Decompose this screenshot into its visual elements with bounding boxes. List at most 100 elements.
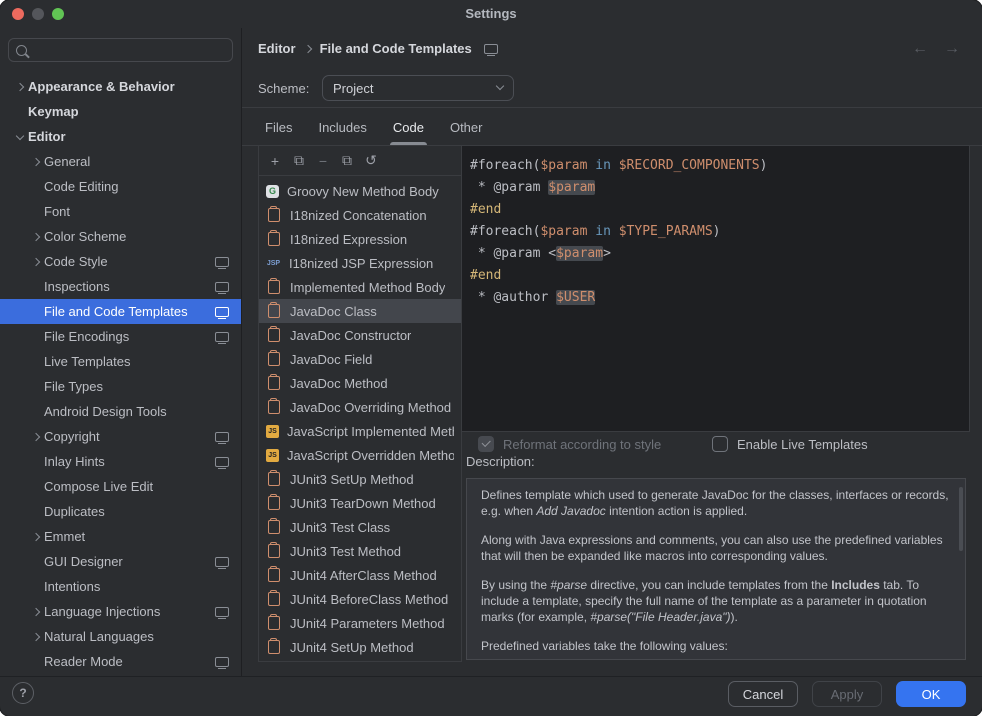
template-item[interactable]: GGroovy New Method Body xyxy=(259,179,461,203)
template-item-label: JavaDoc Overriding Method xyxy=(290,400,451,415)
template-item-label: Implemented Method Body xyxy=(290,280,445,295)
sidebar-item-reader-mode[interactable]: Reader Mode xyxy=(0,649,241,674)
template-item[interactable]: JUnit4 BeforeClass Method xyxy=(259,587,461,611)
sidebar-item-gui-designer[interactable]: GUI Designer xyxy=(0,549,241,574)
template-item-label: JavaScript Implemented Method xyxy=(287,424,454,439)
template-item[interactable]: JUnit3 Test Method xyxy=(259,539,461,563)
sidebar-item-editor[interactable]: Editor xyxy=(0,124,241,149)
tab-label: Code xyxy=(393,120,424,135)
close-button[interactable] xyxy=(12,8,24,20)
remove-template-button[interactable]: − xyxy=(311,149,335,173)
ok-button[interactable]: OK xyxy=(896,681,966,707)
add-child-template-button[interactable]: ⧉ xyxy=(287,149,311,173)
template-item[interactable]: I18nized Expression xyxy=(259,227,461,251)
sidebar-item-label: Android Design Tools xyxy=(44,404,167,419)
per-project-settings-icon xyxy=(215,432,229,442)
template-editor[interactable]: #foreach($param in $RECORD_COMPONENTS) *… xyxy=(462,146,970,432)
template-item[interactable]: JavaDoc Field xyxy=(259,347,461,371)
template-item-label: JUnit3 Test Class xyxy=(290,520,390,535)
template-list-panel: +⧉−⧉↺ GGroovy New Method BodyI18nized Co… xyxy=(258,146,462,662)
sidebar-item-intentions[interactable]: Intentions xyxy=(0,574,241,599)
template-item[interactable]: JUnit4 Parameters Method xyxy=(259,611,461,635)
sidebar-item-appearance-behavior[interactable]: Appearance & Behavior xyxy=(0,74,241,99)
reset-template-button[interactable]: ↺ xyxy=(359,149,383,173)
template-file-icon xyxy=(268,472,280,486)
reformat-checkbox[interactable] xyxy=(478,436,494,452)
sidebar-item-file-types[interactable]: File Types xyxy=(0,374,241,399)
description-text[interactable]: Defines template which used to generate … xyxy=(466,478,966,660)
sidebar-item-keymap[interactable]: Keymap xyxy=(0,99,241,124)
template-item[interactable]: JSJavaScript Implemented Method xyxy=(259,419,461,443)
zoom-button[interactable] xyxy=(52,8,64,20)
template-item[interactable]: JUnit4 AfterClass Method xyxy=(259,563,461,587)
apply-button[interactable]: Apply xyxy=(812,681,882,707)
code-line: #end xyxy=(470,265,969,287)
sidebar-item-language-injections[interactable]: Language Injections xyxy=(0,599,241,624)
sidebar-item-general[interactable]: General xyxy=(0,149,241,174)
tab-code[interactable]: Code xyxy=(380,109,437,145)
sidebar-item-label: General xyxy=(44,154,90,169)
per-project-settings-icon xyxy=(215,457,229,467)
sidebar-item-inspections[interactable]: Inspections xyxy=(0,274,241,299)
chevron-right-icon xyxy=(12,84,28,90)
sidebar-item-live-templates[interactable]: Live Templates xyxy=(0,349,241,374)
template-item-label: I18nized JSP Expression xyxy=(289,256,433,271)
sidebar-item-label: Live Templates xyxy=(44,354,130,369)
search-icon xyxy=(16,45,27,56)
settings-search-input[interactable] xyxy=(8,38,233,62)
sidebar-item-color-scheme[interactable]: Color Scheme xyxy=(0,224,241,249)
template-file-icon xyxy=(268,304,280,318)
per-project-settings-icon xyxy=(215,282,229,292)
history-nav: ← → xyxy=(912,40,960,58)
breadcrumb-editor[interactable]: Editor xyxy=(258,41,296,56)
scrollbar[interactable] xyxy=(959,487,963,551)
template-item[interactable]: JSPI18nized JSP Expression xyxy=(259,251,461,275)
template-item-label: JavaScript Overridden Method xyxy=(287,448,454,463)
template-item-label: JUnit4 AfterClass Method xyxy=(290,568,437,583)
template-item[interactable]: JUnit4 SetUp Method xyxy=(259,635,461,659)
template-item[interactable]: JavaDoc Constructor xyxy=(259,323,461,347)
sidebar: Appearance & BehaviorKeymapEditor General… xyxy=(0,28,242,676)
sidebar-item-compose-live-edit[interactable]: Compose Live Edit xyxy=(0,474,241,499)
sidebar-item-inlay-hints[interactable]: Inlay Hints xyxy=(0,449,241,474)
template-item[interactable]: JavaDoc Method xyxy=(259,371,461,395)
sidebar-item-file-and-code-templates[interactable]: File and Code Templates xyxy=(0,299,241,324)
template-item[interactable]: I18nized Concatenation xyxy=(259,203,461,227)
template-item[interactable]: JSJavaScript Overridden Method xyxy=(259,443,461,467)
sidebar-item-code-style[interactable]: Code Style xyxy=(0,249,241,274)
tab-other[interactable]: Other xyxy=(437,109,496,145)
sidebar-item-label: Color Scheme xyxy=(44,229,126,244)
template-item[interactable]: JUnit3 Test Class xyxy=(259,515,461,539)
groovy-file-icon: G xyxy=(266,185,279,198)
add-template-button[interactable]: + xyxy=(263,149,287,173)
sidebar-item-duplicates[interactable]: Duplicates xyxy=(0,499,241,524)
forward-button[interactable]: → xyxy=(944,40,960,58)
template-file-icon xyxy=(268,496,280,510)
scheme-select[interactable]: Project xyxy=(322,75,514,101)
chevron-right-icon xyxy=(28,159,44,165)
settings-window: Settings Appearance & BehaviorKeymapEdit… xyxy=(0,0,982,716)
back-button[interactable]: ← xyxy=(912,40,928,58)
template-item[interactable]: JUnit3 TearDown Method xyxy=(259,491,461,515)
sidebar-item-font[interactable]: Font xyxy=(0,199,241,224)
help-button[interactable]: ? xyxy=(12,682,34,704)
tab-includes[interactable]: Includes xyxy=(305,109,379,145)
sidebar-item-natural-languages[interactable]: Natural Languages xyxy=(0,624,241,649)
sidebar-item-android-design-tools[interactable]: Android Design Tools xyxy=(0,399,241,424)
live-templates-checkbox[interactable] xyxy=(712,436,728,452)
cancel-button[interactable]: Cancel xyxy=(728,681,798,707)
template-item[interactable]: JavaDoc Overriding Method xyxy=(259,395,461,419)
chevron-right-icon xyxy=(303,44,311,52)
scheme-label: Scheme: xyxy=(258,81,309,96)
template-item[interactable]: Implemented Method Body xyxy=(259,275,461,299)
sidebar-item-file-encodings[interactable]: File Encodings xyxy=(0,324,241,349)
sidebar-item-copyright[interactable]: Copyright xyxy=(0,424,241,449)
copy-template-button[interactable]: ⧉ xyxy=(335,149,359,173)
description-paragraph: Along with Java expressions and comments… xyxy=(481,532,951,564)
sidebar-item-emmet[interactable]: Emmet xyxy=(0,524,241,549)
tab-label: Files xyxy=(265,120,292,135)
template-item[interactable]: JavaDoc Class xyxy=(259,299,461,323)
sidebar-item-code-editing[interactable]: Code Editing xyxy=(0,174,241,199)
template-item[interactable]: JUnit3 SetUp Method xyxy=(259,467,461,491)
tab-files[interactable]: Files xyxy=(252,109,305,145)
